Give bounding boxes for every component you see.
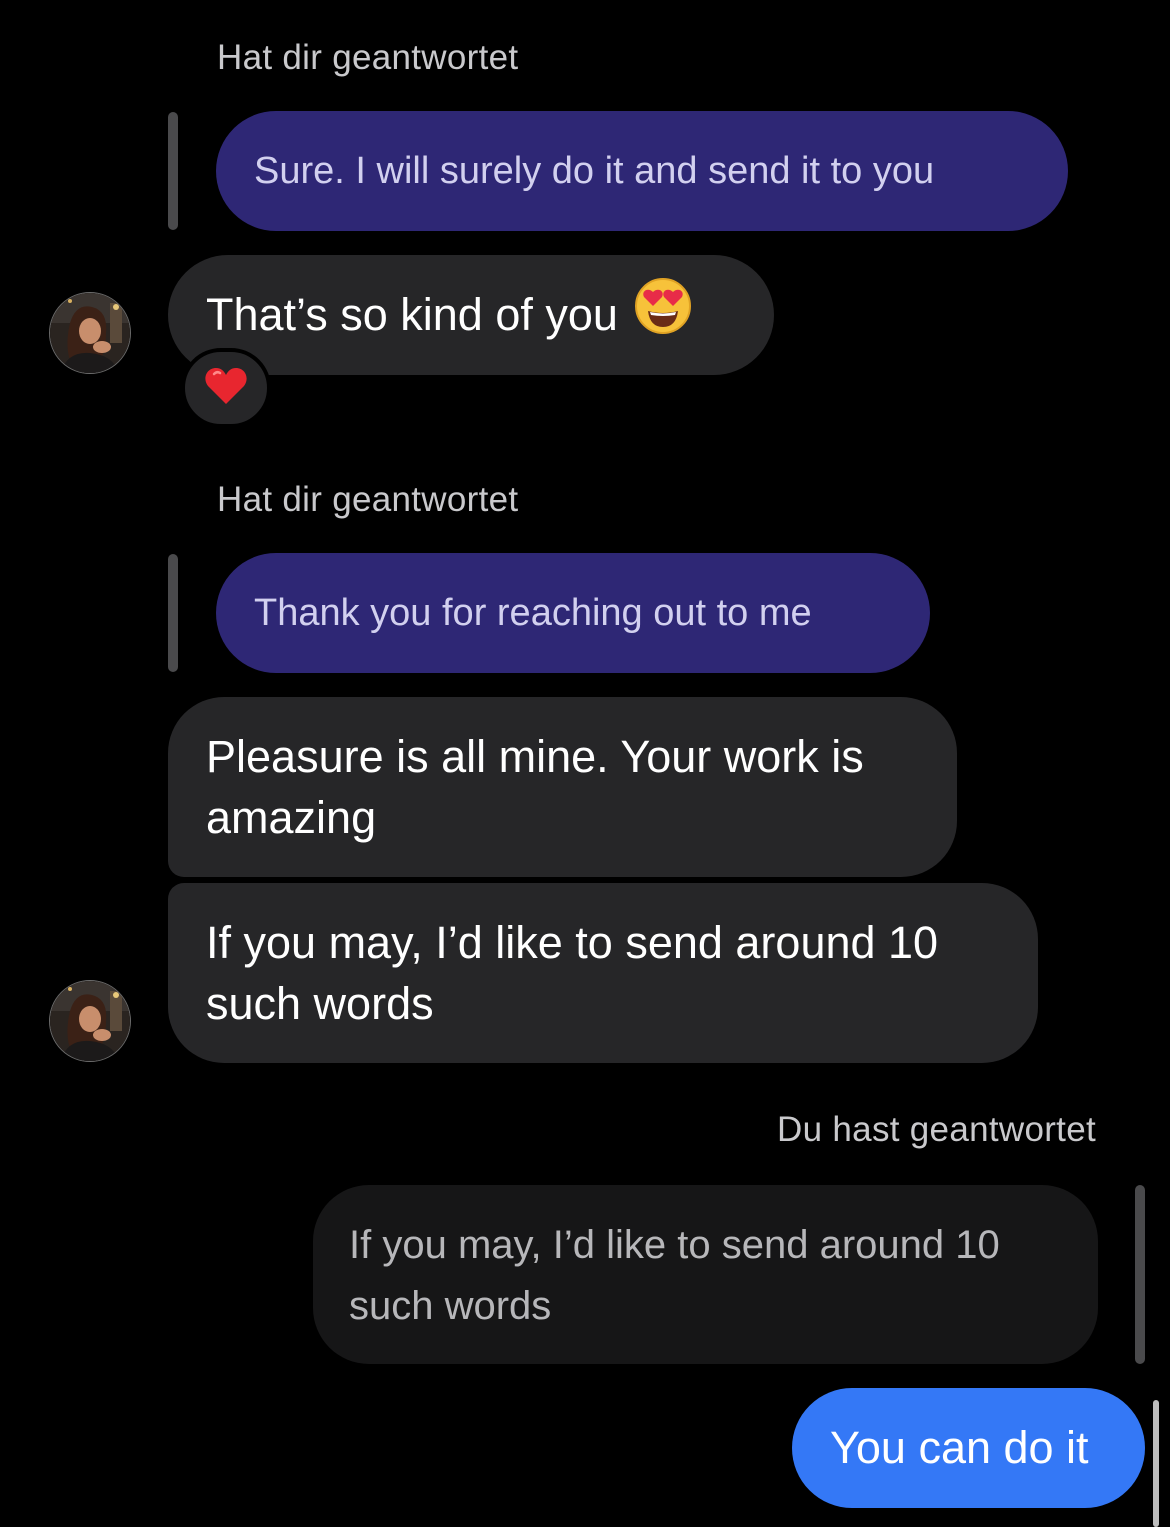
message-text: That’s so kind of you [206,289,618,340]
reply-label: Hat dir geantwortet [217,38,519,77]
heart-eyes-emoji-icon [634,277,692,350]
sent-message-bubble[interactable]: You can do it [792,1388,1145,1508]
scrollbar[interactable] [1153,1400,1159,1527]
quoted-message-bubble[interactable]: If you may, I’d like to send around 10 s… [313,1185,1098,1364]
reaction-badge[interactable] [181,348,271,428]
red-heart-icon [204,366,248,411]
message-bubble[interactable]: Pleasure is all mine. Your work is amazi… [168,697,957,877]
quoted-message-bubble[interactable]: Thank you for reaching out to me [216,553,930,673]
contact-avatar[interactable] [49,292,131,374]
reply-indicator-bar [1135,1185,1145,1364]
reply-label: Du hast geantwortet [777,1110,1096,1149]
reply-indicator-bar [168,112,178,230]
reply-indicator-bar [168,554,178,672]
message-bubble[interactable]: That’s so kind of you [168,255,774,375]
message-bubble[interactable]: If you may, I’d like to send around 10 s… [168,883,1038,1063]
reply-label: Hat dir geantwortet [217,480,519,519]
contact-avatar[interactable] [49,980,131,1062]
quoted-message-bubble[interactable]: Sure. I will surely do it and send it to… [216,111,1068,231]
